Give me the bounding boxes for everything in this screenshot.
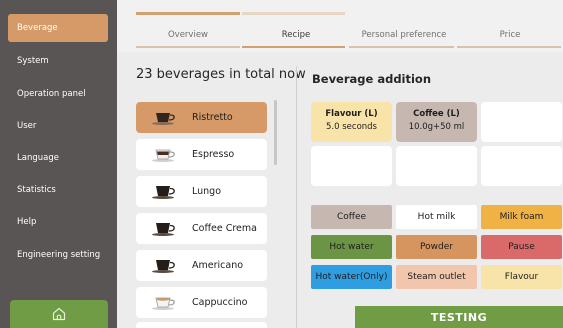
americano-cup-icon <box>152 260 175 273</box>
beverage-item-cappuccino[interactable]: Cappuccino <box>136 287 267 318</box>
beverage-count: 23 beverages in total now <box>136 67 306 82</box>
tab-underline <box>136 46 240 48</box>
beverage-label: Americano <box>192 260 244 271</box>
addition-slot-coffee[interactable]: Coffee (L) 10.0g+50 ml <box>396 102 477 142</box>
cappuccino-cup-icon <box>152 297 175 310</box>
beverage-label: Lungo <box>192 186 222 197</box>
slot-value: 5.0 seconds <box>326 122 377 132</box>
panel-divider <box>296 66 297 328</box>
beverage-label: Ristretto <box>192 112 233 123</box>
sidebar: Beverage System Operation panel User Lan… <box>0 0 117 328</box>
slot-title: Coffee (L) <box>413 109 460 119</box>
tab-overview[interactable]: Overview <box>133 30 243 40</box>
espresso-cup-icon <box>152 149 175 162</box>
hot-milk-button[interactable]: Hot milk <box>396 205 477 229</box>
powder-button[interactable]: Powder <box>396 235 477 259</box>
addition-slot-empty[interactable] <box>396 146 477 186</box>
milk-foam-button[interactable]: Milk foam <box>481 205 562 229</box>
lungo-cup-icon <box>152 186 175 199</box>
sidebar-item-user[interactable]: User <box>8 112 108 140</box>
steam-outlet-button[interactable]: Steam outlet <box>396 265 477 289</box>
addition-slot-empty[interactable] <box>311 146 392 186</box>
addition-slot-flavour[interactable]: Flavour (L) 5.0 seconds <box>311 102 392 142</box>
tab-underline <box>457 46 561 48</box>
flavour-button[interactable]: Flavour <box>481 265 562 289</box>
slot-value: 10.0g+50 ml <box>408 122 465 132</box>
beverage-item-lungo[interactable]: Lungo <box>136 176 267 207</box>
home-icon <box>52 307 66 321</box>
beverage-label: Coffee Crema <box>192 223 257 234</box>
addition-slot-empty[interactable] <box>481 146 562 186</box>
addition-slot-empty[interactable] <box>481 102 562 142</box>
beverage-item-ristretto[interactable]: Ristretto <box>136 102 267 133</box>
beverage-item-coffee-crema[interactable]: Coffee Crema <box>136 213 267 244</box>
sidebar-item-statistics[interactable]: Statistics <box>8 176 108 204</box>
beverage-item-espresso[interactable]: Espresso <box>136 139 267 170</box>
tab-recipe[interactable]: Recipe <box>241 30 351 40</box>
espresso-cup-icon <box>152 113 175 125</box>
beverage-label: Cappuccino <box>192 297 248 308</box>
tab-personal-preference[interactable]: Personal preference <box>349 30 459 40</box>
hot-water-button[interactable]: Hot water <box>311 235 392 259</box>
tab-bar: Overview Recipe Personal preference Pric… <box>117 0 563 52</box>
sidebar-item-system[interactable]: System <box>8 47 108 75</box>
beverage-item-americano[interactable]: Americano <box>136 250 267 281</box>
tab-underline-active <box>242 46 345 48</box>
beverage-label: Espresso <box>192 149 235 160</box>
hot-water-only-button[interactable]: Hot water(Only) <box>311 265 392 289</box>
sidebar-item-help[interactable]: Help <box>8 208 108 236</box>
slot-title: Flavour (L) <box>325 109 378 119</box>
sidebar-item-operation-panel[interactable]: Operation panel <box>8 80 108 108</box>
sidebar-item-beverage[interactable]: Beverage <box>8 14 108 42</box>
coffee-cup-icon <box>152 223 175 236</box>
sidebar-item-language[interactable]: Language <box>8 144 108 172</box>
tab-top-indicator <box>242 12 345 15</box>
pause-button[interactable]: Pause <box>481 235 562 259</box>
coffee-button[interactable]: Coffee <box>311 205 392 229</box>
tab-price[interactable]: Price <box>455 30 563 40</box>
beverage-item-partial[interactable] <box>136 322 267 328</box>
list-scrollbar[interactable] <box>274 100 277 165</box>
tab-top-indicator <box>136 12 240 15</box>
home-button[interactable] <box>10 300 108 328</box>
testing-button[interactable]: TESTING <box>355 306 563 328</box>
beverage-addition-title: Beverage addition <box>312 72 432 86</box>
sidebar-item-engineering-setting[interactable]: Engineering setting <box>8 241 108 269</box>
tab-underline <box>349 46 454 48</box>
